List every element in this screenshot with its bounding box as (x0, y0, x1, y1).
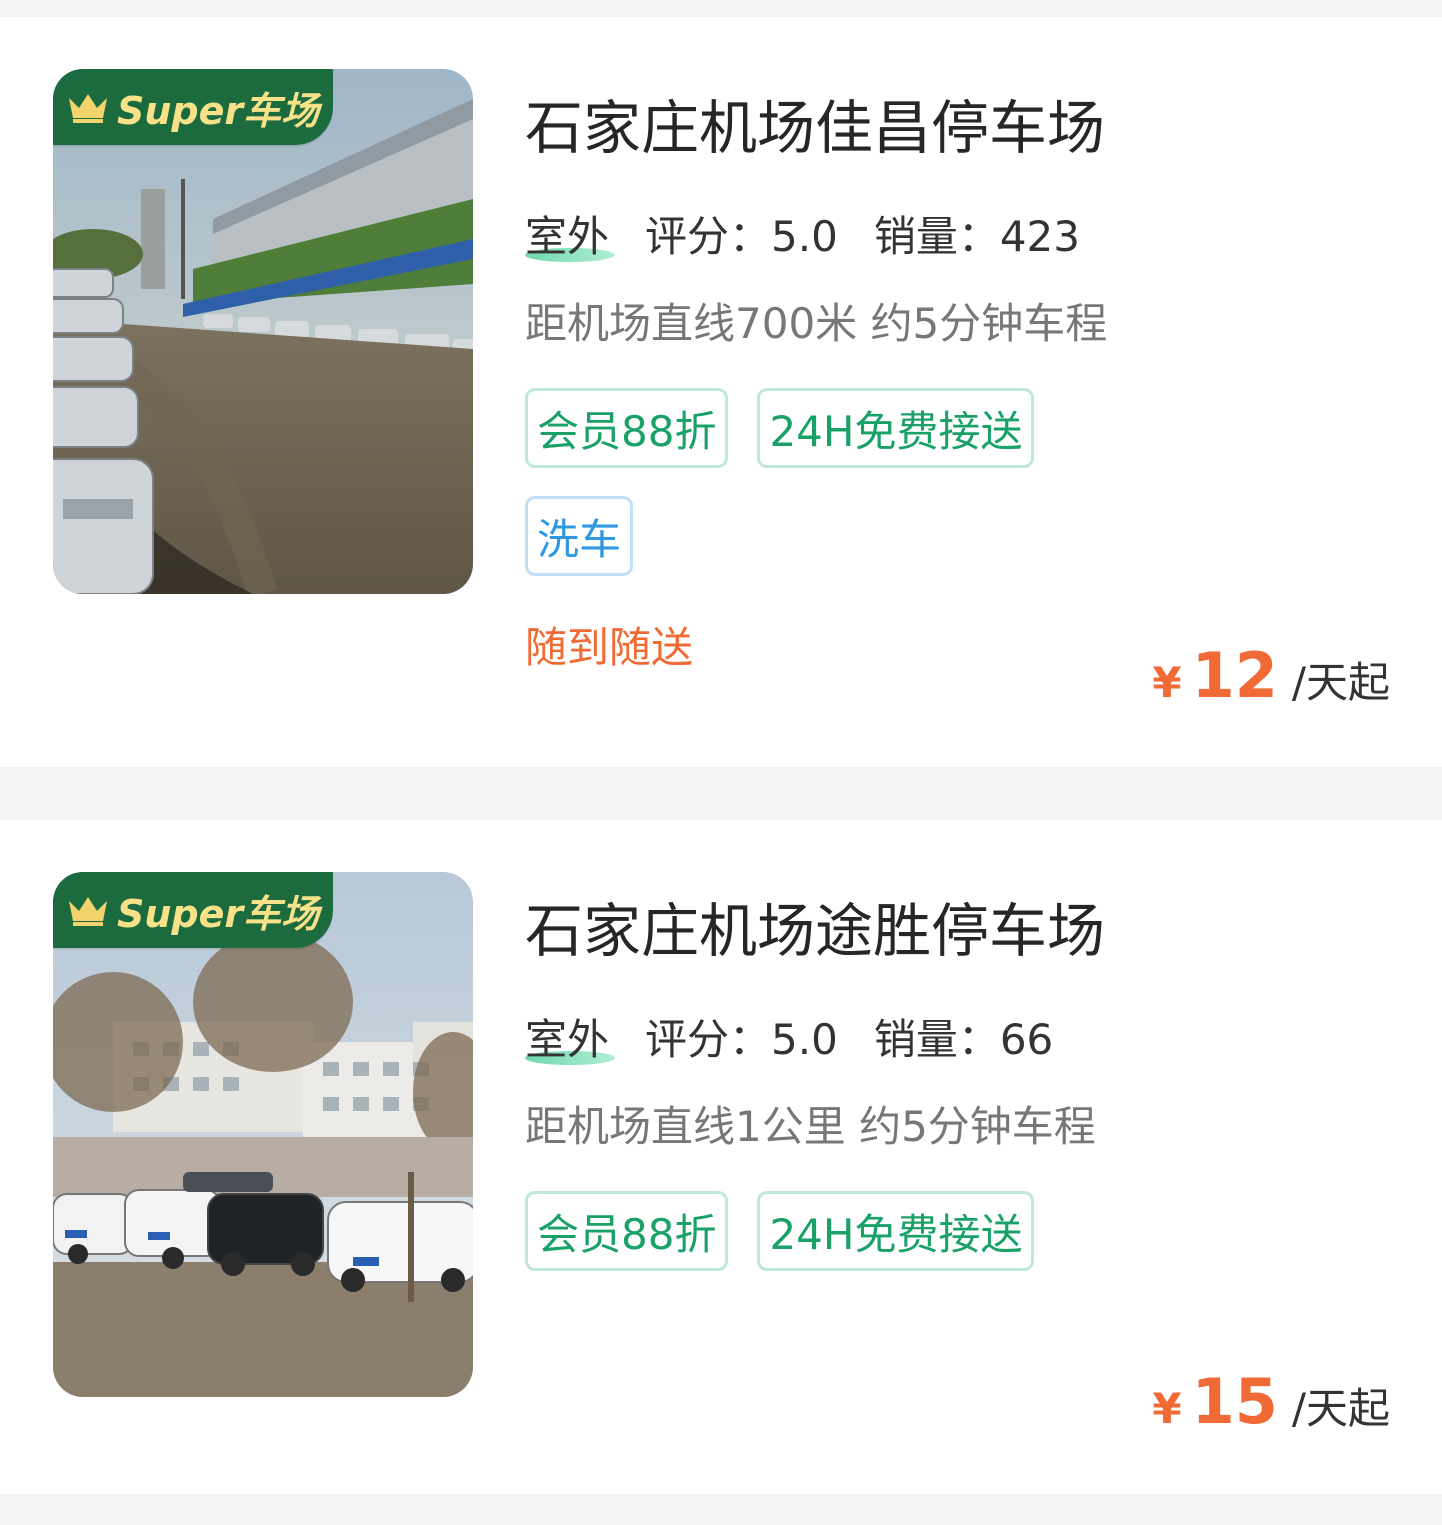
price-block: ¥ 15 /天起 (1152, 1365, 1390, 1438)
price-block: ¥ 12 /天起 (1152, 639, 1390, 712)
tag-row-secondary: 洗车 (525, 496, 634, 576)
super-parking-badge: Super车场 (53, 69, 333, 145)
parking-lot-title[interactable]: 石家庄机场途胜停车场 (525, 884, 1105, 968)
price-amount: 12 (1191, 639, 1278, 712)
parking-lot-image (53, 69, 473, 594)
parking-lot-meta: 室外 评分：5.0 销量：66 (525, 1006, 1053, 1067)
member-discount-tag: 会员88折 (525, 1191, 729, 1271)
parking-lot-photo[interactable]: Super车场 (53, 69, 473, 594)
badge-label: Super车场 (117, 891, 320, 936)
tag-row: 会员88折 24H免费接送 (525, 388, 1035, 468)
free-shuttle-tag: 24H免费接送 (757, 388, 1035, 468)
sales-text: 销量：423 (873, 212, 1080, 261)
price-unit: /天起 (1291, 658, 1390, 707)
parking-lot-photo[interactable]: Super车场 (53, 872, 473, 1397)
service-note: 随到随送 (525, 623, 694, 672)
free-shuttle-tag: 24H免费接送 (757, 1191, 1035, 1271)
tag-row: 会员88折 24H免费接送 (525, 1191, 1035, 1271)
currency-symbol: ¥ (1152, 658, 1182, 707)
member-discount-tag: 会员88折 (525, 388, 729, 468)
distance-text: 距机场直线700米 约5分钟车程 (525, 299, 1108, 348)
parking-lot-image (53, 872, 473, 1397)
parking-type-label: 室外 (525, 1015, 610, 1064)
parking-lot-title[interactable]: 石家庄机场佳昌停车场 (525, 81, 1105, 165)
badge-label: Super车场 (117, 88, 320, 133)
currency-symbol: ¥ (1152, 1384, 1182, 1433)
parking-lot-card[interactable]: Super车场 石家庄机场佳昌停车场 室外 评分：5.0 销量：423 距机场直… (0, 17, 1442, 767)
sales-text: 销量：66 (873, 1015, 1054, 1064)
rating-text: 评分：5.0 (645, 212, 838, 261)
parking-type: 室外 (525, 203, 615, 264)
rating-text: 评分：5.0 (645, 1015, 838, 1064)
parking-lot-meta: 室外 评分：5.0 销量：423 (525, 203, 1080, 264)
parking-type: 室外 (525, 1006, 615, 1067)
price-unit: /天起 (1291, 1384, 1390, 1433)
crown-icon (69, 897, 107, 926)
distance-text: 距机场直线1公里 约5分钟车程 (525, 1102, 1096, 1151)
car-wash-tag: 洗车 (525, 496, 634, 576)
parking-lot-card[interactable]: Super车场 石家庄机场途胜停车场 室外 评分：5.0 销量：66 距机场直线… (0, 820, 1442, 1494)
crown-icon (69, 94, 107, 123)
parking-type-label: 室外 (525, 212, 610, 261)
parking-lot-list: Super车场 石家庄机场佳昌停车场 室外 评分：5.0 销量：423 距机场直… (0, 0, 1442, 1525)
super-parking-badge: Super车场 (53, 872, 333, 948)
price-amount: 15 (1191, 1365, 1278, 1438)
